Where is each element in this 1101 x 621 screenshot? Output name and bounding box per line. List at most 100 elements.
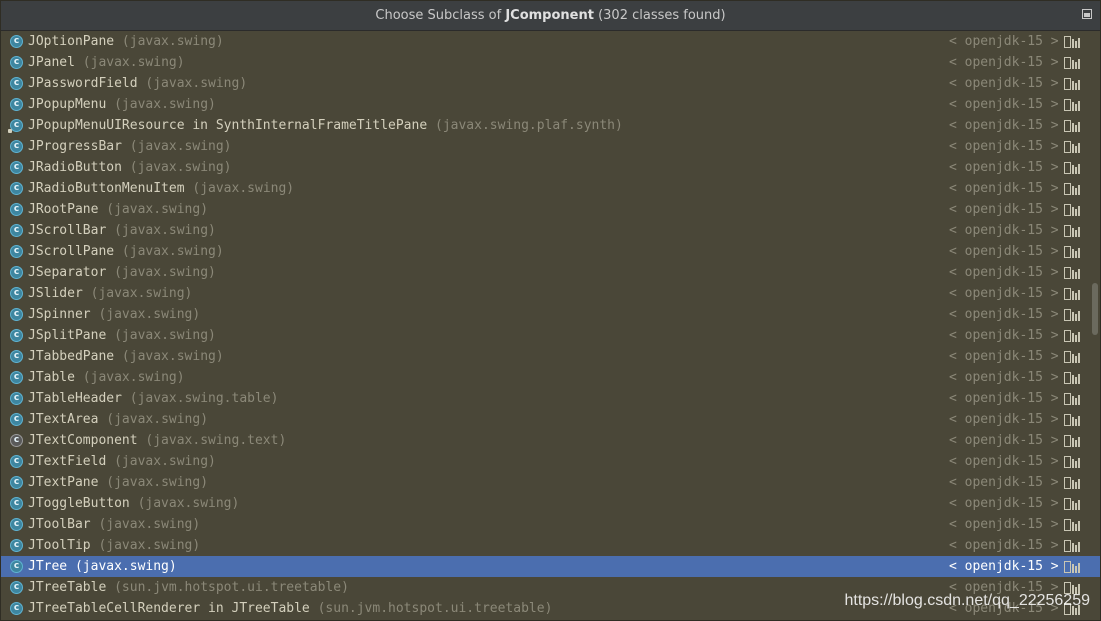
class-location: < openjdk-15 > [949, 391, 1059, 406]
class-name: JToggleButton [28, 496, 130, 511]
class-list-item[interactable]: c JTextComponent (javax.swing.text) < open… [1, 430, 1100, 451]
class-location: < openjdk-15 > [949, 349, 1059, 364]
library-jar-icon [1064, 540, 1080, 552]
class-package: (javax.swing) [98, 517, 201, 532]
class-list-item[interactable]: c JTextArea (javax.swing) < openjdk-15 > [1, 409, 1100, 430]
class-name: JTableHeader [28, 391, 122, 406]
class-list[interactable]: c JOptionPane (javax.swing) < openjdk-15 >… [1, 31, 1100, 621]
class-name-label: JScrollBar (javax.swing) [28, 220, 216, 241]
class-list-item[interactable]: c JTableHeader (javax.swing.table) < openj… [1, 388, 1100, 409]
class-name-label: JRadioButton (javax.swing) [28, 157, 232, 178]
class-package: (javax.swing) [114, 328, 216, 343]
class-name-label: JPopupMenuUIResource in SynthInternalFra… [28, 115, 623, 136]
class-list-item[interactable]: c JToggleButton (javax.swing) < openjdk-15… [1, 493, 1100, 514]
class-package: (javax.swing.text) [145, 433, 287, 448]
class-list-item[interactable]: c JSeparator (javax.swing) < openjdk-15 > [1, 262, 1100, 283]
class-name: JPopupMenuUIResource in SynthInternalFra… [28, 118, 428, 133]
class-package: (javax.swing) [114, 97, 216, 112]
class-package: (javax.swing) [121, 349, 224, 364]
class-package: (javax.swing) [114, 223, 216, 238]
class-icon: c [10, 308, 23, 321]
class-location: < openjdk-15 > [949, 139, 1059, 154]
class-location: < openjdk-15 > [949, 538, 1059, 553]
class-list-item[interactable]: c JToolTip (javax.swing) < openjdk-15 > [1, 535, 1100, 556]
class-name-label: JScrollPane (javax.swing) [28, 241, 224, 262]
class-name-label: JSlider (javax.swing) [28, 283, 192, 304]
class-name: JRadioButton [28, 160, 122, 175]
class-list-item[interactable]: c JPanel (javax.swing) < openjdk-15 > [1, 52, 1100, 73]
class-package: (javax.swing) [192, 181, 295, 196]
library-jar-icon [1064, 204, 1080, 216]
class-list-item[interactable]: c JTextPane (javax.swing) < openjdk-15 > [1, 472, 1100, 493]
library-jar-icon [1064, 78, 1080, 90]
class-list-item[interactable]: c JScrollBar (javax.swing) < openjdk-15 > [1, 220, 1100, 241]
class-icon: c [10, 245, 23, 258]
class-icon: c [10, 476, 23, 489]
class-location: < openjdk-15 > [949, 475, 1059, 490]
class-location: < openjdk-15 > [949, 265, 1059, 280]
library-jar-icon [1064, 162, 1080, 174]
class-list-item[interactable]: c JTextField (javax.swing) < openjdk-15 > [1, 451, 1100, 472]
class-name-label: JTextPane (javax.swing) [28, 472, 208, 493]
class-name: JTabbedPane [28, 349, 115, 364]
restore-window-icon[interactable] [1082, 9, 1092, 19]
class-name: JTreeTable [28, 580, 107, 595]
class-list-item[interactable]: c JToolBar (javax.swing) < openjdk-15 > [1, 514, 1100, 535]
library-jar-icon [1064, 435, 1080, 447]
library-jar-icon [1064, 99, 1080, 111]
class-icon: c [10, 161, 23, 174]
class-list-item[interactable]: c JTable (javax.swing) < openjdk-15 > [1, 367, 1100, 388]
class-package: (javax.swing) [114, 265, 216, 280]
library-jar-icon [1064, 351, 1080, 363]
class-package: (javax.swing) [137, 496, 240, 511]
class-icon: c [10, 98, 23, 111]
class-list-item[interactable]: c JRadioButton (javax.swing) < openjdk-15 … [1, 157, 1100, 178]
class-list-item[interactable]: c JSpinner (javax.swing) < openjdk-15 > [1, 304, 1100, 325]
class-list-item[interactable]: c JPopupMenu (javax.swing) < openjdk-15 > [1, 94, 1100, 115]
class-icon: c [10, 224, 23, 237]
class-list-item[interactable]: c JTree (javax.swing) < openjdk-15 > [1, 556, 1100, 577]
class-icon: c [10, 350, 23, 363]
class-package: (javax.swing) [121, 244, 224, 259]
class-location: < openjdk-15 > [949, 55, 1059, 70]
class-location: < openjdk-15 > [949, 97, 1059, 112]
class-list-item[interactable]: c JSplitPane (javax.swing) < openjdk-15 > [1, 325, 1100, 346]
class-name: JProgressBar [28, 139, 122, 154]
class-location: < openjdk-15 > [949, 328, 1059, 343]
class-icon: c [10, 455, 23, 468]
class-list-item[interactable]: c JPasswordField (javax.swing) < openjdk-1… [1, 73, 1100, 94]
class-package: (javax.swing) [121, 34, 224, 49]
class-location: < openjdk-15 > [949, 118, 1059, 133]
class-location: < openjdk-15 > [949, 496, 1059, 511]
library-jar-icon [1064, 372, 1080, 384]
title-prefix: Choose Subclass of [375, 8, 506, 23]
class-name: JTextArea [28, 412, 99, 427]
class-name: JTable [28, 370, 75, 385]
library-jar-icon [1064, 183, 1080, 195]
class-icon: c [10, 371, 23, 384]
class-name: JScrollBar [28, 223, 107, 238]
class-list-item[interactable]: c JScrollPane (javax.swing) < openjdk-15 > [1, 241, 1100, 262]
class-package: (javax.swing) [129, 139, 232, 154]
class-package: (javax.swing) [145, 76, 248, 91]
class-list-item[interactable]: c JPopupMenuUIResource in SynthInternalFr… [1, 115, 1100, 136]
class-list-item[interactable]: c JRootPane (javax.swing) < openjdk-15 > [1, 199, 1100, 220]
class-icon: c [10, 581, 23, 594]
library-jar-icon [1064, 330, 1080, 342]
class-name-label: JProgressBar (javax.swing) [28, 136, 232, 157]
library-jar-icon [1064, 36, 1080, 48]
class-name: JTextField [28, 454, 107, 469]
class-list-item[interactable]: c JProgressBar (javax.swing) < openjdk-15 … [1, 136, 1100, 157]
class-list-item[interactable]: c JRadioButtonMenuItem (javax.swing) < ope… [1, 178, 1100, 199]
class-icon: c [10, 434, 23, 447]
class-name-label: JTree (javax.swing) [28, 556, 177, 577]
scrollbar-thumb[interactable] [1092, 283, 1098, 335]
class-package: (javax.swing) [106, 412, 209, 427]
class-list-item[interactable]: c JSlider (javax.swing) < openjdk-15 > [1, 283, 1100, 304]
class-name: JTextComponent [28, 433, 138, 448]
class-package: (javax.swing) [98, 538, 201, 553]
class-list-item[interactable]: c JOptionPane (javax.swing) < openjdk-15 > [1, 31, 1100, 52]
class-list-item[interactable]: c JTabbedPane (javax.swing) < openjdk-15 > [1, 346, 1100, 367]
class-icon: c [10, 329, 23, 342]
class-location: < openjdk-15 > [949, 559, 1059, 574]
